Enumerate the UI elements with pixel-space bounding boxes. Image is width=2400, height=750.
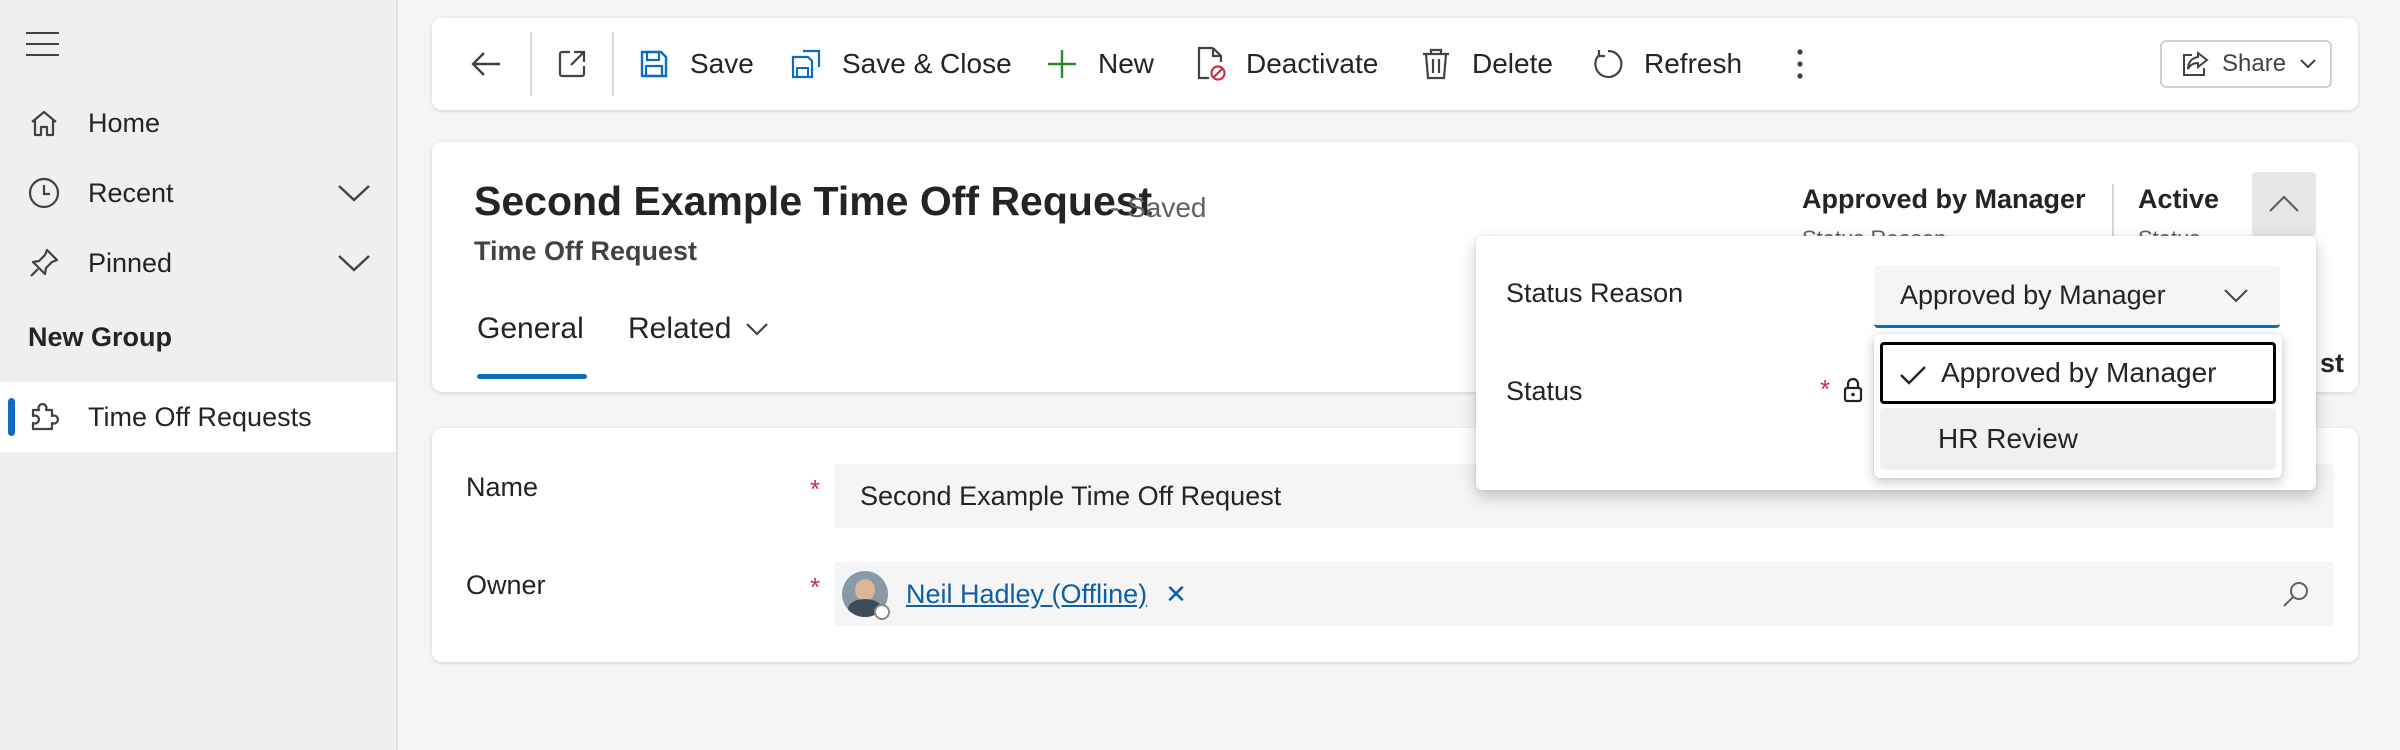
status-reason-dropdown[interactable]: Approved by Manager [1874, 266, 2280, 328]
open-in-new-window-button[interactable] [552, 18, 608, 110]
sidebar: Home Recent Pinned New Group Time Off Re… [0, 0, 398, 750]
deactivate-label: Deactivate [1246, 48, 1379, 79]
more-commands-button[interactable] [1780, 18, 1836, 110]
owner-lookup-field[interactable]: Neil Hadley (Offline) ✕ [834, 562, 2334, 626]
status-reason-label: Status Reason [1506, 278, 1684, 308]
presence-offline-icon [874, 604, 890, 620]
option-label: Approved by Manager [1941, 357, 2217, 388]
sidebar-item-label: Time Off Requests [88, 401, 312, 432]
tab-general[interactable]: General [477, 312, 584, 346]
save-icon [634, 44, 674, 84]
owner-field-label: Owner [466, 570, 546, 600]
selected-indicator [8, 398, 15, 436]
owner-chip: Neil Hadley (Offline) ✕ [842, 571, 1187, 620]
toolbar-divider [530, 32, 532, 96]
chevron-down-icon[interactable] [334, 173, 374, 213]
option-label: HR Review [1938, 423, 2079, 454]
collapse-header-button[interactable] [2252, 172, 2316, 236]
delete-label: Delete [1472, 48, 1553, 79]
chevron-down-icon [2300, 59, 2316, 69]
search-icon[interactable] [2276, 574, 2316, 614]
puzzle-icon [24, 397, 64, 437]
required-indicator: * [810, 572, 821, 602]
sidebar-group-title: New Group [28, 322, 173, 352]
refresh-icon [1588, 44, 1628, 84]
chevron-down-icon [2218, 278, 2254, 314]
refresh-label: Refresh [1644, 48, 1743, 79]
tab-related-label: Related [628, 312, 732, 345]
save-and-close-button[interactable]: Save & Close [786, 18, 1012, 110]
obscured-text: st [2320, 348, 2345, 378]
header-status-value: Active [2138, 184, 2220, 214]
new-label: New [1098, 48, 1155, 79]
sidebar-item-home[interactable]: Home [0, 88, 396, 158]
active-tab-indicator [477, 374, 587, 379]
chevron-down-icon [745, 322, 769, 336]
share-label: Share [2222, 50, 2287, 77]
required-indicator: * [810, 474, 821, 504]
sidebar-item-time-off-requests[interactable]: Time Off Requests [0, 382, 396, 452]
lock-icon [1838, 372, 1868, 408]
deactivate-document-icon [1190, 44, 1230, 84]
refresh-button[interactable]: Refresh [1588, 18, 1742, 110]
save-label: Save [690, 48, 754, 79]
page-title: Second Example Time Off Request [474, 178, 1153, 224]
required-indicator: * [1820, 374, 1831, 404]
remove-owner-icon[interactable]: ✕ [1165, 579, 1187, 610]
save-close-icon [786, 44, 826, 84]
entity-name: Time Off Request [474, 236, 698, 266]
trash-icon [1416, 44, 1456, 84]
sidebar-item-label: Recent [88, 177, 174, 208]
option-approved-by-manager[interactable]: Approved by Manager [1880, 342, 2276, 404]
save-status: - Saved [1110, 192, 1207, 223]
save-close-label: Save & Close [842, 48, 1012, 79]
plus-icon [1042, 44, 1082, 84]
command-bar: Save Save & Close New Deactivate Delete … [432, 18, 2358, 110]
tab-related[interactable]: Related [628, 312, 769, 346]
save-button[interactable]: Save [634, 18, 754, 110]
back-button[interactable] [466, 18, 522, 110]
pin-icon [24, 243, 64, 283]
sidebar-item-label: Home [88, 107, 161, 138]
more-vertical-icon [1780, 44, 1820, 84]
option-hr-review[interactable]: HR Review [1880, 408, 2276, 470]
status-reason-value: Approved by Manager [1900, 280, 2166, 310]
sidebar-item-label: Pinned [88, 247, 173, 278]
header-status-reason-value: Approved by Manager [1802, 184, 2086, 214]
toolbar-divider [612, 32, 614, 96]
back-arrow-icon [466, 44, 506, 84]
sidebar-item-recent[interactable]: Recent [0, 158, 396, 228]
share-icon [2180, 50, 2210, 78]
chevron-down-icon[interactable] [334, 243, 374, 283]
chevron-up-icon [2268, 195, 2300, 213]
status-reason-options: Approved by Manager HR Review [1874, 334, 2282, 478]
checkmark-icon [1897, 359, 1929, 391]
name-field-value: Second Example Time Off Request [860, 480, 1282, 511]
hamburger-menu-icon[interactable] [26, 30, 62, 58]
delete-button[interactable]: Delete [1416, 18, 1553, 110]
new-button[interactable]: New [1042, 18, 1154, 110]
name-field-label: Name [466, 472, 539, 502]
deactivate-button[interactable]: Deactivate [1190, 18, 1378, 110]
home-icon [24, 103, 64, 143]
status-label: Status [1506, 376, 1583, 406]
sidebar-item-pinned[interactable]: Pinned [0, 228, 396, 298]
owner-link[interactable]: Neil Hadley (Offline) [906, 579, 1147, 610]
share-button[interactable]: Share [2160, 40, 2332, 88]
open-new-window-icon [552, 44, 592, 84]
clock-icon [24, 173, 64, 213]
